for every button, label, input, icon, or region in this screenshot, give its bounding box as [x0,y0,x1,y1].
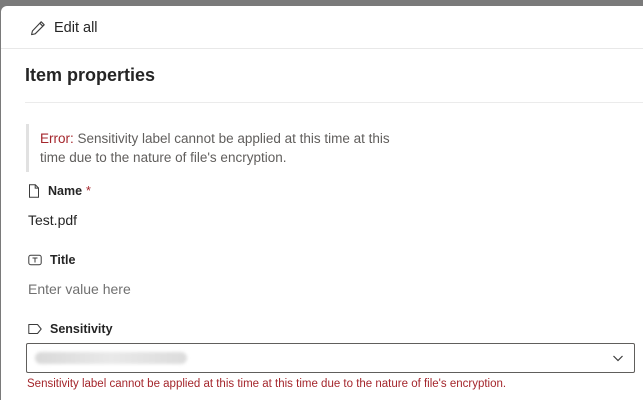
tag-icon [28,323,50,335]
error-banner: Error: Sensitivity label cannot be appli… [26,124,396,172]
error-prefix: Error: [40,131,74,146]
sensitivity-label-text: Sensitivity [50,322,113,336]
document-icon [28,184,48,198]
error-message-line1: Sensitivity label cannot be applied at t… [73,131,390,146]
pencil-icon [30,20,46,36]
name-field-label: Name * [28,182,91,200]
title-input[interactable]: Enter value here [28,281,131,297]
item-properties-panel: Edit all Item properties Error: Sensitiv… [1,6,643,400]
edit-all-label: Edit all [54,20,98,36]
section-title: Item properties [25,65,156,85]
sensitivity-dropdown[interactable] [26,343,635,373]
section-divider [25,102,643,103]
title-label-text: Title [50,253,76,267]
error-message-line2: time due to the nature of file's encrypt… [40,150,287,165]
title-field-label: Title [28,251,75,269]
redacted-selected-value [35,352,187,364]
name-field-value[interactable]: Test.pdf [28,212,77,228]
text-field-icon [28,254,50,266]
required-marker: * [86,184,91,198]
edit-all-button[interactable]: Edit all [30,17,98,39]
chevron-down-icon [612,353,624,363]
command-bar: Edit all [1,6,643,49]
name-label-text: Name [48,184,83,198]
sensitivity-field-label: Sensitivity [28,320,113,338]
sensitivity-error-message: Sensitivity label cannot be applied at t… [27,378,507,390]
